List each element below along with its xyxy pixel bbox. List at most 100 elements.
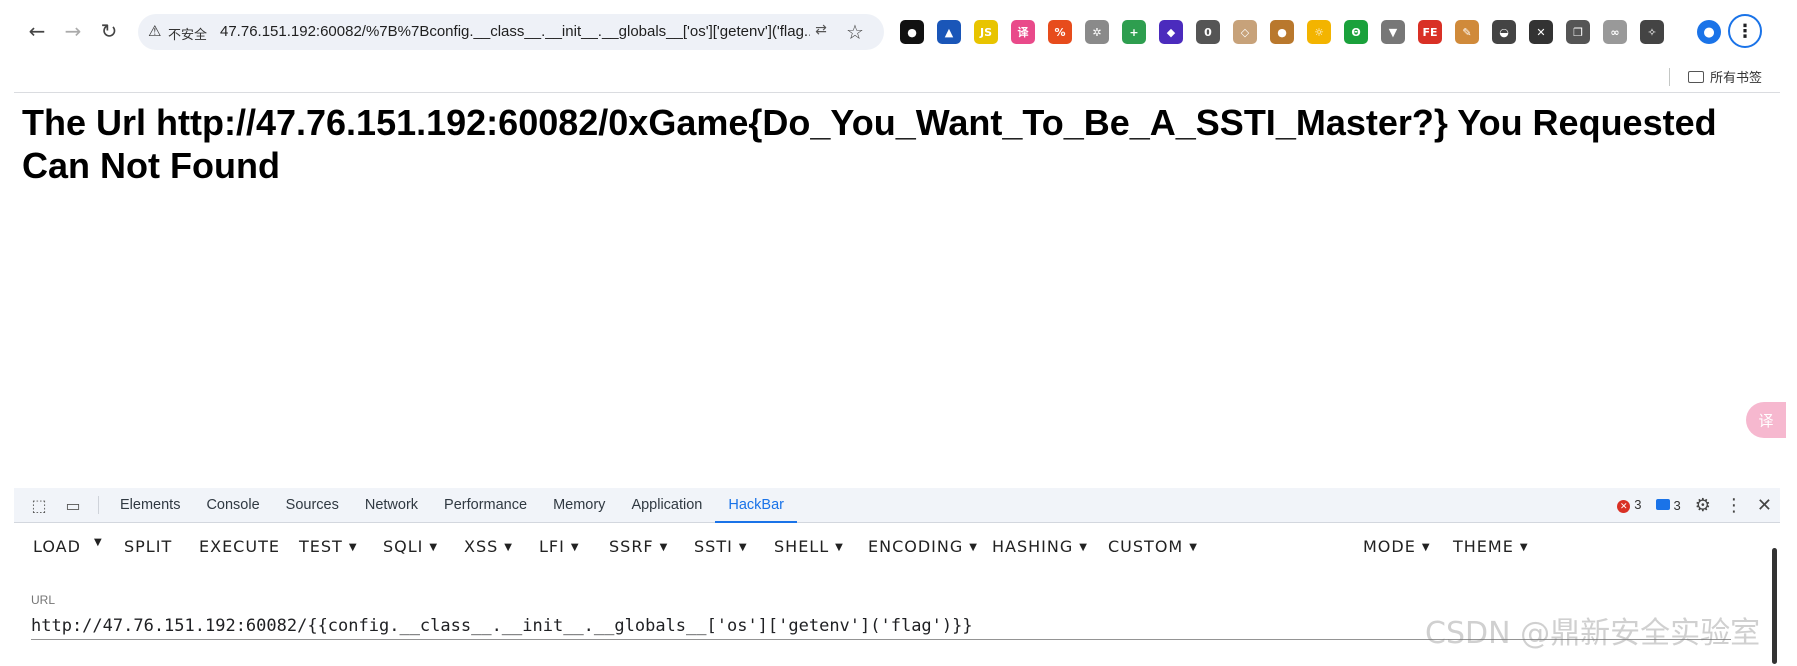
address-bar[interactable]: ⚠ 不安全 47.76.151.192:60082/%7B%7Bconfig._… xyxy=(138,14,884,50)
hackbar-lfi-button[interactable]: LFI ▼ xyxy=(539,537,580,561)
profile-avatar[interactable]: ● xyxy=(1697,20,1721,44)
hackbar-menu: LOAD ▼ SPLIT EXECUTE TEST ▼ SQLI ▼ XSS ▼ LFI ▼ SSRF ▼… xyxy=(14,523,1780,575)
tab-performance[interactable]: Performance xyxy=(431,488,540,522)
message-count-badge[interactable]: 3 xyxy=(1655,497,1681,513)
page-title: The Url http://47.76.151.192:60082/0xGam… xyxy=(22,102,1717,186)
settings-gear-icon[interactable]: ⚙ xyxy=(1695,495,1711,516)
hackbar-theme-button[interactable]: THEME ▼ xyxy=(1453,537,1529,561)
diamond-extension-icon[interactable]: ◇ xyxy=(1233,20,1257,44)
translate-extension-icon[interactable]: 译 xyxy=(1011,20,1035,44)
copy-extension-icon[interactable]: ❐ xyxy=(1566,20,1590,44)
translate-icon[interactable]: ⇄ xyxy=(810,22,832,42)
circle-extension-icon[interactable]: ● xyxy=(900,20,924,44)
fe-extension-icon[interactable]: FE xyxy=(1418,20,1442,44)
caret-down-icon: ▼ xyxy=(659,542,669,553)
device-toggle-icon[interactable]: ▭ xyxy=(56,488,90,522)
message-icon xyxy=(1655,498,1670,510)
hackbar-xss-button[interactable]: XSS ▼ xyxy=(464,537,513,561)
load-options-caret-icon[interactable]: ▼ xyxy=(94,537,103,561)
hackbar-execute-button[interactable]: EXECUTE xyxy=(199,537,280,561)
hackbar-button-label: SPLIT xyxy=(124,537,173,556)
hackbar-encoding-button[interactable]: ENCODING ▼ xyxy=(868,537,978,561)
hackbar-button-label: SSTI xyxy=(694,537,733,556)
cookie-extension-icon[interactable]: ● xyxy=(1270,20,1294,44)
sun-extension-icon[interactable]: ☼ xyxy=(1307,20,1331,44)
close-devtools-icon[interactable]: ✕ xyxy=(1757,495,1772,516)
address-text[interactable]: 47.76.151.192:60082/%7B%7Bconfig.__class… xyxy=(220,23,810,40)
caret-down-icon: ▼ xyxy=(738,542,748,553)
hackbar-custom-button[interactable]: CUSTOM ▼ xyxy=(1108,537,1198,561)
vue-extension-icon[interactable]: ▼ xyxy=(1381,20,1405,44)
hackbar-button-label: MODE xyxy=(1363,537,1416,556)
caret-down-icon: ▼ xyxy=(348,542,358,553)
brush-extension-icon[interactable]: ✎ xyxy=(1455,20,1479,44)
back-icon[interactable]: ← xyxy=(22,16,52,46)
hackbar-button-label: EXECUTE xyxy=(199,537,280,556)
page-content: The Url http://47.76.151.192:60082/0xGam… xyxy=(14,93,1786,487)
cube-extension-icon[interactable]: ◆ xyxy=(1159,20,1183,44)
all-bookmarks-button[interactable]: 所有书签 xyxy=(1688,67,1762,86)
hackbar-ssrf-button[interactable]: SSRF ▼ xyxy=(609,537,668,561)
caret-down-icon: ▼ xyxy=(504,542,513,553)
percent-extension-icon[interactable]: % xyxy=(1048,20,1072,44)
devtools-status: ✕ 3 3 ⚙ ⋮ ✕ xyxy=(1617,488,1772,522)
plus-extension-icon[interactable]: + xyxy=(1122,20,1146,44)
forward-icon[interactable]: → xyxy=(58,16,88,46)
watermark: CSDN @鼎新安全实验室 xyxy=(1425,616,1761,651)
hackbar-shell-button[interactable]: SHELL ▼ xyxy=(774,537,844,561)
hackbar-mode-button[interactable]: MODE ▼ xyxy=(1363,537,1431,561)
hackbar-load-button[interactable]: LOAD xyxy=(33,537,81,561)
hackbar-sqli-button[interactable]: SQLI ▼ xyxy=(383,537,438,561)
x-extension-icon[interactable]: ✕ xyxy=(1529,20,1553,44)
tab-application[interactable]: Application xyxy=(618,488,715,522)
hackbar-test-button[interactable]: TEST ▼ xyxy=(299,537,358,561)
toolbar-divider xyxy=(98,496,99,514)
tab-elements[interactable]: Elements xyxy=(107,488,193,522)
reload-icon[interactable]: ↻ xyxy=(94,16,124,46)
gear-extension-icon[interactable]: ✲ xyxy=(1085,20,1109,44)
tab-network[interactable]: Network xyxy=(352,488,431,522)
hackbar-button-label: CUSTOM xyxy=(1108,537,1184,556)
tab-hackbar[interactable]: HackBar xyxy=(715,488,797,523)
extensions-bar: ● ▲ JS 译% ✲ + ◆ 0 ◇ ● ☼ Θ ▼ FE ✎ ◒ ✕ ❐ ∞ ✧ xyxy=(900,20,1677,44)
hackbar-button-label: XSS xyxy=(464,537,499,556)
security-label[interactable]: 不安全 xyxy=(168,24,207,43)
hackbar-ssti-button[interactable]: SSTI ▼ xyxy=(694,537,748,561)
caret-down-icon: ▼ xyxy=(1079,542,1088,553)
caret-down-icon: ▼ xyxy=(570,542,580,553)
hat-extension-icon[interactable]: ◒ xyxy=(1492,20,1516,44)
translate-bubble-icon[interactable]: 译 xyxy=(1746,402,1786,438)
puzzle-extension-icon[interactable]: ✧ xyxy=(1640,20,1664,44)
tab-console[interactable]: Console xyxy=(193,488,272,522)
link-extension-icon[interactable]: ∞ xyxy=(1603,20,1627,44)
message-count: 3 xyxy=(1673,497,1681,513)
hackbar-split-button[interactable]: SPLIT xyxy=(124,537,172,561)
hackbar-hashing-button[interactable]: HASHING ▼ xyxy=(992,537,1088,561)
hackbar-button-label: SSRF xyxy=(609,537,654,556)
tab-memory[interactable]: Memory xyxy=(540,488,618,522)
bookmarks-separator xyxy=(1669,68,1670,86)
hackbar-button-label: THEME xyxy=(1453,537,1514,556)
devtools-scrollbar[interactable] xyxy=(1772,548,1777,664)
js-extension-icon[interactable]: JS xyxy=(974,20,998,44)
hackbar-button-label: TEST xyxy=(299,537,343,556)
inspect-element-icon[interactable]: ⬚ xyxy=(22,488,56,522)
hackbar-button-label: LOAD xyxy=(33,537,81,556)
devtools-tab-bar: ⬚ ▭ Elements Console Sources Network Perform… xyxy=(14,488,1780,523)
error-count: 3 xyxy=(1634,496,1642,512)
browser-menu-icon[interactable]: ⋮ xyxy=(1728,14,1762,48)
triangle-extension-icon[interactable]: ▲ xyxy=(937,20,961,44)
tab-sources[interactable]: Sources xyxy=(273,488,352,522)
more-options-icon[interactable]: ⋮ xyxy=(1725,495,1743,516)
error-icon: ✕ xyxy=(1617,500,1631,514)
caret-down-icon: ▼ xyxy=(1421,542,1431,553)
warning-icon[interactable]: ⚠ xyxy=(148,22,161,40)
bookmarks-bar: 所有书签 xyxy=(14,66,1780,93)
hackbar-button-label: ENCODING xyxy=(868,537,964,556)
counter-extension-icon[interactable]: 0 xyxy=(1196,20,1220,44)
error-count-badge[interactable]: ✕ 3 xyxy=(1617,496,1642,514)
hackbar-button-label: LFI xyxy=(539,537,565,556)
star-icon[interactable]: ☆ xyxy=(846,20,864,44)
green-extension-icon[interactable]: Θ xyxy=(1344,20,1368,44)
hackbar-button-label: SHELL xyxy=(774,537,830,556)
